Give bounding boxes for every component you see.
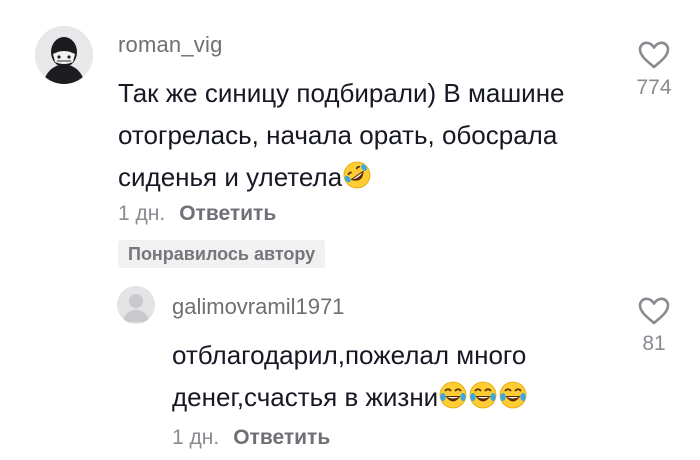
reply-like-control: 81 bbox=[619, 296, 689, 356]
comment-text: Так же синицу подбирали) В машине отогре… bbox=[118, 72, 588, 198]
comment-like-control: 774 bbox=[619, 40, 689, 100]
reply-age: 1 дн. bbox=[172, 426, 220, 449]
reply-meta: 1 дн. Ответить bbox=[172, 426, 330, 450]
rolling-laughing-emoji-icon bbox=[343, 161, 371, 189]
tears-of-joy-emoji-icon bbox=[499, 381, 527, 409]
avatar[interactable] bbox=[117, 286, 155, 324]
liked-by-author-badge: Понравилось автору bbox=[118, 240, 326, 268]
comment-thread: roman_vig Так же синицу подбирали) В маш… bbox=[0, 0, 700, 460]
reply-button[interactable]: Ответить bbox=[179, 202, 276, 226]
reply-username[interactable]: galimovramil1971 bbox=[172, 294, 344, 320]
avatar[interactable] bbox=[35, 26, 93, 84]
reply-text: отблагодарил,пожелал много денег,счастья… bbox=[172, 334, 592, 418]
tears-of-joy-emoji-icon bbox=[439, 381, 467, 409]
like-count: 774 bbox=[636, 76, 672, 99]
like-count: 81 bbox=[642, 332, 666, 355]
comment-age: 1 дн. bbox=[118, 202, 166, 225]
user-avatar-icon bbox=[35, 26, 93, 84]
heart-icon[interactable] bbox=[637, 40, 671, 70]
comment-meta: 1 дн. Ответить bbox=[118, 202, 276, 226]
heart-icon[interactable] bbox=[637, 296, 671, 326]
reply-button[interactable]: Ответить bbox=[233, 426, 330, 450]
default-avatar-icon bbox=[117, 286, 155, 324]
tears-of-joy-emoji-icon bbox=[469, 381, 497, 409]
comment-username[interactable]: roman_vig bbox=[118, 32, 223, 58]
